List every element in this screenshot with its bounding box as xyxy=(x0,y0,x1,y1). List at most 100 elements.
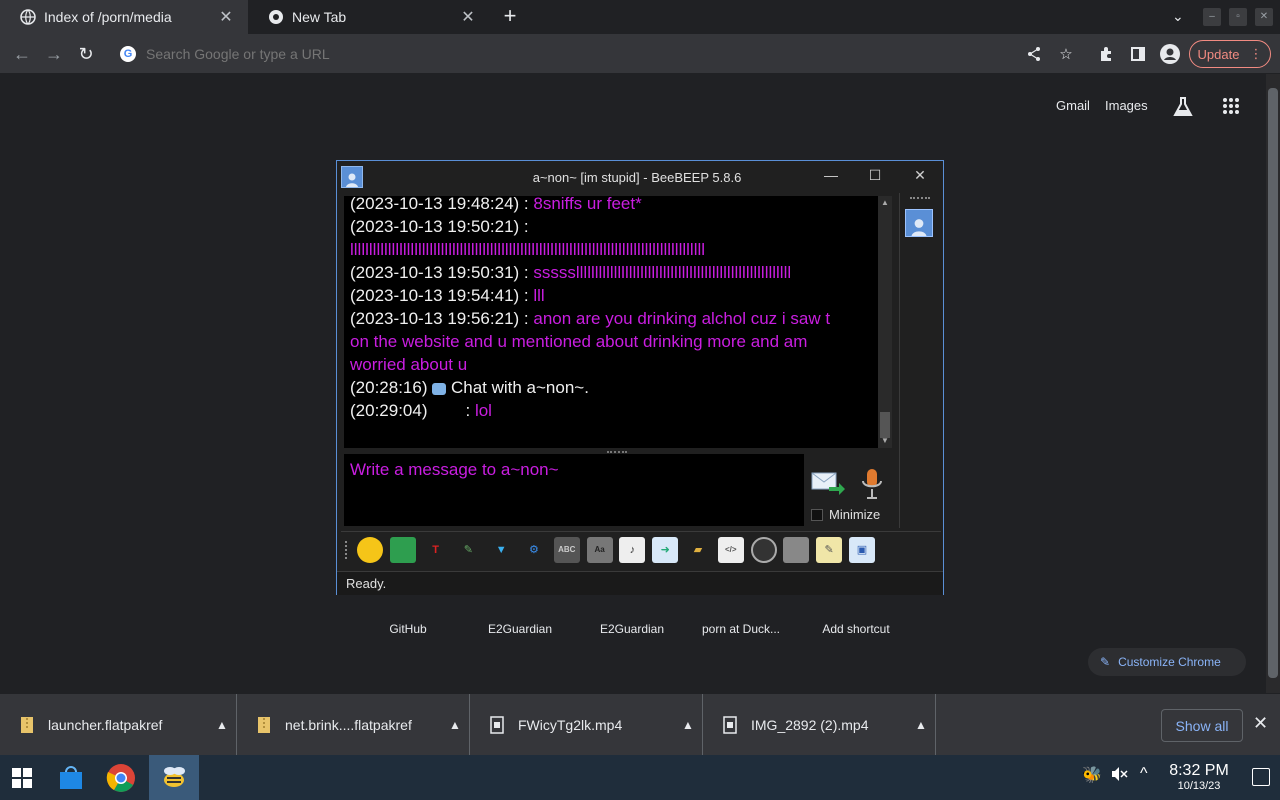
folder-icon[interactable]: ▰ xyxy=(685,537,711,563)
taskbar-clock[interactable]: 8:32 PM 10/13/23 xyxy=(1166,762,1232,792)
profile-icon[interactable] xyxy=(1159,43,1181,65)
minimize-checkbox[interactable]: Minimize xyxy=(811,507,880,522)
extensions-icon[interactable] xyxy=(1095,43,1117,65)
beebeep-taskbar-icon[interactable] xyxy=(149,755,199,800)
emoticons-icon[interactable] xyxy=(357,536,383,563)
shortcut-duckduckgo[interactable]: porn at Duck... xyxy=(686,622,796,636)
gmail-link[interactable]: Gmail xyxy=(1056,98,1090,113)
forward-arrow-icon[interactable]: → xyxy=(42,42,66,66)
scroll-up-icon[interactable]: ▲ xyxy=(878,196,892,210)
save-chat-icon[interactable]: ▣ xyxy=(848,536,875,563)
tab-title: Index of /porn/media xyxy=(44,9,172,25)
scrollbar-thumb[interactable] xyxy=(1268,88,1278,678)
file-cabinet-icon[interactable] xyxy=(783,536,810,563)
shortcut-add[interactable]: Add shortcut xyxy=(801,622,911,636)
new-tab-button[interactable]: + xyxy=(498,5,522,29)
close-icon[interactable]: ✕ xyxy=(216,7,236,27)
settings-icon[interactable]: ⚙ xyxy=(521,537,547,563)
download-item[interactable]: FWicyTg2lk.mp4 ▲ xyxy=(470,694,703,756)
tab-new-tab[interactable]: New Tab ✕ xyxy=(248,0,490,34)
chevron-up-icon[interactable]: ▲ xyxy=(441,718,469,732)
screenshot-icon[interactable] xyxy=(750,536,777,563)
store-icon[interactable] xyxy=(48,755,94,800)
chevron-up-icon[interactable]: ▲ xyxy=(674,718,702,732)
images-link[interactable]: Images xyxy=(1105,98,1148,113)
share-icon[interactable] xyxy=(1023,43,1045,65)
chat-message: on the website and u mentioned about dri… xyxy=(350,332,808,351)
volume-muted-icon[interactable] xyxy=(1110,765,1128,788)
chrome-taskbar-icon[interactable] xyxy=(98,755,144,800)
scroll-down-icon[interactable]: ▼ xyxy=(878,434,892,448)
tab-strip: Index of /porn/media ✕ New Tab ✕ + ⌄ – ▫… xyxy=(0,0,1280,34)
window-close-button[interactable]: ✕ xyxy=(1255,8,1273,26)
window-title: a~non~ [im stupid] - BeeBEEP 5.8.6 xyxy=(532,169,742,185)
shortcut-e2guardian[interactable]: E2Guardian xyxy=(465,622,575,636)
page-scrollbar[interactable] xyxy=(1266,74,1280,693)
chat-history[interactable]: (2023-10-13 19:48:24) : 8sniffs ur feet*… xyxy=(344,196,878,448)
side-panel-icon[interactable] xyxy=(1127,43,1149,65)
omnibox-input[interactable] xyxy=(146,46,946,62)
close-icon[interactable]: ✕ xyxy=(458,7,478,27)
chat-message: (2023-10-13 19:48:24) : 8sniffs ur feet* xyxy=(350,196,642,213)
message-input[interactable] xyxy=(350,460,798,520)
tab-index-media[interactable]: Index of /porn/media ✕ xyxy=(0,0,248,34)
user-avatar[interactable] xyxy=(905,209,933,237)
beebeep-titlebar[interactable]: a~non~ [im stupid] - BeeBEEP 5.8.6 — ☐ ✕ xyxy=(337,161,943,193)
show-all-button[interactable]: Show all xyxy=(1161,709,1243,742)
microphone-icon[interactable] xyxy=(859,467,885,501)
chat-message: worried about u xyxy=(350,355,468,374)
chevron-up-icon[interactable]: ▲ xyxy=(907,718,935,732)
window-restore-button[interactable]: ▫ xyxy=(1229,8,1247,26)
archive-file-icon xyxy=(258,717,270,733)
shortcut-github[interactable]: GitHub xyxy=(353,622,463,636)
spellcheck-icon[interactable]: ABC xyxy=(553,536,580,563)
splitter-handle[interactable] xyxy=(607,451,627,453)
close-window-button[interactable]: ✕ xyxy=(910,167,930,184)
star-icon[interactable]: ☆ xyxy=(1055,43,1077,65)
start-windows-icon[interactable] xyxy=(0,755,44,800)
chat-message: (2023-10-13 19:50:31) : ssssslllllllllll… xyxy=(350,263,792,282)
archive-file-icon xyxy=(21,717,33,733)
back-arrow-icon[interactable]: ← xyxy=(10,42,34,66)
omnibox[interactable]: G xyxy=(110,39,1010,69)
html-icon[interactable]: </> xyxy=(717,536,744,563)
close-icon[interactable]: ✕ xyxy=(1253,713,1268,734)
status-text: Ready. xyxy=(346,576,387,591)
reload-icon[interactable]: ↻ xyxy=(74,42,98,66)
update-button[interactable]: Update ⋮ xyxy=(1189,40,1271,68)
chevron-up-icon[interactable]: ^ xyxy=(1140,765,1148,783)
shortcut-e2guardian-2[interactable]: E2Guardian xyxy=(577,622,687,636)
panel-grip[interactable] xyxy=(910,197,930,201)
maximize-window-button[interactable]: ☐ xyxy=(865,167,885,184)
beebeep-tray-icon[interactable]: 🐝 xyxy=(1082,765,1102,785)
filter-icon[interactable]: ▼ xyxy=(488,537,514,563)
download-item[interactable]: net.brink....flatpakref ▲ xyxy=(237,694,470,756)
message-input-area[interactable] xyxy=(344,454,804,526)
font-icon[interactable]: T xyxy=(423,537,449,563)
video-file-icon xyxy=(723,716,737,734)
download-item[interactable]: IMG_2892 (2).mp4 ▲ xyxy=(703,694,936,756)
labs-flask-icon[interactable] xyxy=(1172,96,1194,123)
chevron-down-icon[interactable]: ⌄ xyxy=(1172,8,1184,25)
window-minimize-button[interactable]: – xyxy=(1203,8,1221,26)
download-item[interactable]: launcher.flatpakref ▲ xyxy=(0,694,237,756)
beebeep-window: a~non~ [im stupid] - BeeBEEP 5.8.6 — ☐ ✕… xyxy=(336,160,944,595)
chat-scrollbar[interactable]: ▲ ▼ xyxy=(878,196,892,448)
share-icon[interactable]: ➜ xyxy=(652,536,679,563)
music-icon[interactable]: ♪ xyxy=(619,536,646,563)
chevron-up-icon[interactable]: ▲ xyxy=(208,718,236,732)
google-icon: G xyxy=(120,46,136,62)
dictionary-icon[interactable]: Aa xyxy=(586,536,613,563)
color-icon[interactable]: ✎ xyxy=(455,537,481,563)
send-file-icon[interactable] xyxy=(389,536,416,563)
minimize-window-button[interactable]: — xyxy=(821,167,841,183)
notifications-icon[interactable] xyxy=(1252,768,1270,786)
user-icon xyxy=(341,166,363,188)
chat-bubble-icon xyxy=(432,382,447,395)
toolbar-grip[interactable] xyxy=(345,540,351,559)
send-message-button[interactable] xyxy=(811,469,845,499)
customize-chrome-button[interactable]: ✎ Customize Chrome xyxy=(1088,648,1246,676)
notepad-icon[interactable]: ✎ xyxy=(816,536,843,563)
checkbox-box[interactable] xyxy=(811,508,823,521)
apps-grid-icon[interactable] xyxy=(1222,97,1240,120)
